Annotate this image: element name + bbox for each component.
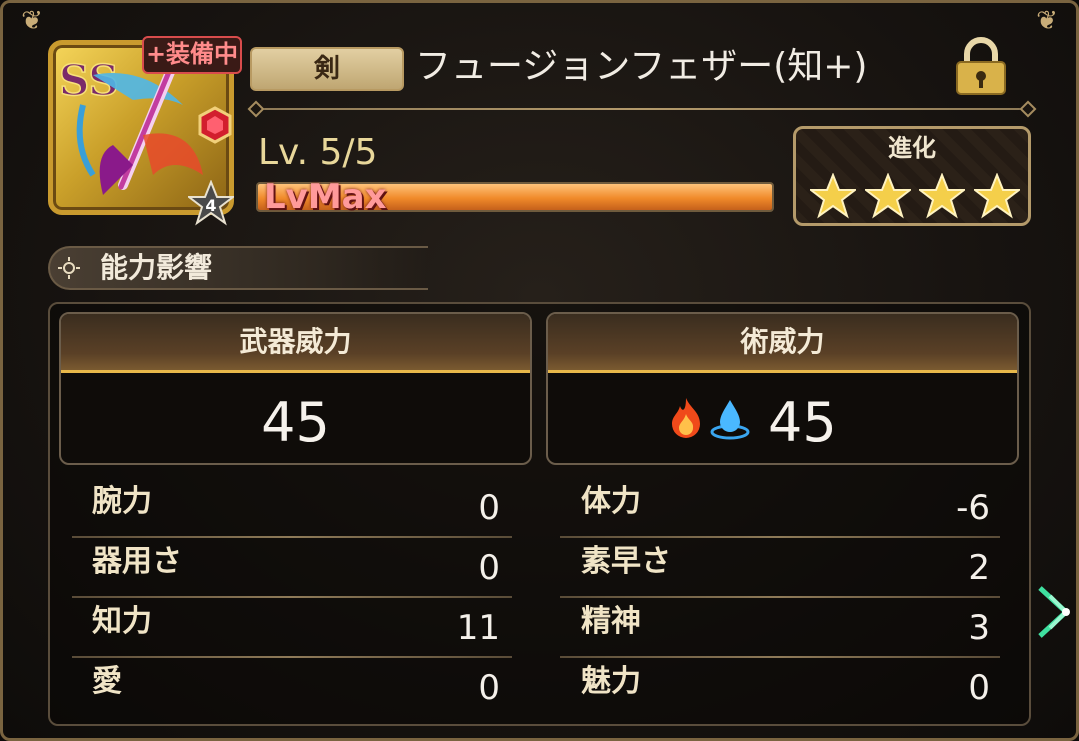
corner-ornament-icon: ❦ bbox=[21, 6, 43, 36]
stat-value: 0 bbox=[478, 548, 500, 588]
evolution-label: 進化 bbox=[888, 134, 936, 162]
next-arrow-icon[interactable] bbox=[1036, 580, 1078, 644]
stat-value: 0 bbox=[478, 668, 500, 708]
stat-label: 素早さ bbox=[581, 544, 671, 579]
ruby-gem-icon bbox=[198, 106, 232, 144]
stat-label: 器用さ bbox=[92, 544, 182, 579]
row-divider bbox=[72, 536, 512, 538]
row-divider bbox=[72, 596, 512, 598]
weapon-power-card: 武器威力 45 bbox=[59, 312, 532, 465]
skill-power-value: 45 bbox=[768, 391, 837, 454]
item-portrait[interactable]: SS +装備中 4 bbox=[48, 36, 242, 226]
evolution-stars bbox=[810, 173, 1020, 221]
stat-label: 精神 bbox=[581, 604, 641, 639]
weapon-power-header: 武器威力 bbox=[61, 314, 530, 373]
stat-value: 0 bbox=[478, 488, 500, 528]
stat-value: 0 bbox=[968, 668, 990, 708]
water-icon bbox=[710, 400, 750, 440]
section-title: 能力影響 bbox=[100, 251, 213, 284]
weapon-type-tag: 剣 bbox=[250, 47, 404, 91]
stat-label: 腕力 bbox=[92, 484, 152, 519]
stat-value: 3 bbox=[968, 608, 990, 648]
row-divider bbox=[560, 536, 1000, 538]
xp-max-label: LvMax bbox=[264, 177, 387, 217]
evolution-star-icon bbox=[810, 173, 856, 219]
stat-value: 2 bbox=[968, 548, 990, 588]
fire-icon bbox=[672, 398, 700, 438]
lock-icon[interactable] bbox=[953, 36, 1009, 96]
stat-value: -6 bbox=[956, 488, 990, 528]
evolution-star-icon bbox=[973, 173, 1020, 219]
stat-label: 知力 bbox=[92, 604, 152, 639]
evolution-star-icon bbox=[919, 173, 966, 219]
weapon-power-value: 45 bbox=[261, 391, 330, 454]
skill-power-title: 術威力 bbox=[740, 325, 825, 358]
row-divider bbox=[72, 656, 512, 658]
evolution-box: 進化 bbox=[793, 126, 1031, 226]
item-name: フュージョンフェザー(知+) bbox=[415, 46, 868, 87]
rank-star-icon: 4 bbox=[188, 180, 234, 226]
equipped-badge: +装備中 bbox=[142, 36, 242, 74]
stat-label: 魅力 bbox=[581, 664, 641, 699]
svg-text:4: 4 bbox=[205, 196, 216, 215]
title-divider bbox=[256, 108, 1028, 110]
skill-power-card: 術威力 45 bbox=[546, 312, 1019, 465]
sun-bullet-icon bbox=[58, 257, 80, 279]
weapon-power-title: 武器威力 bbox=[239, 325, 352, 358]
skill-power-header: 術威力 bbox=[548, 314, 1017, 373]
corner-ornament-icon: ❦ bbox=[1036, 6, 1058, 36]
stat-value: 11 bbox=[456, 608, 500, 648]
stat-label: 愛 bbox=[92, 664, 122, 699]
level-label: Lv. 5/5 bbox=[258, 132, 378, 173]
row-divider bbox=[560, 596, 1000, 598]
row-divider bbox=[560, 656, 1000, 658]
evolution-star-icon bbox=[864, 173, 911, 219]
stat-label: 体力 bbox=[581, 484, 641, 519]
